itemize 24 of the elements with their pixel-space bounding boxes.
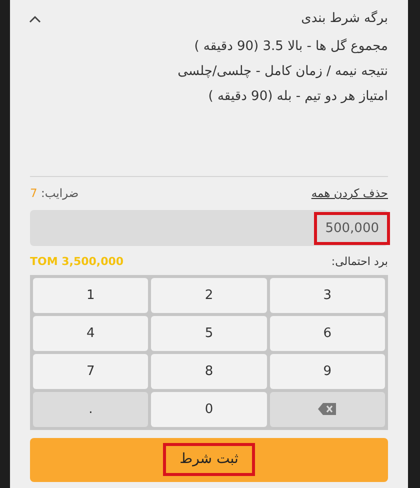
backspace-key[interactable]: [270, 392, 385, 427]
decimal-key[interactable]: .: [33, 392, 148, 427]
backspace-icon: [318, 403, 336, 416]
keypad-key[interactable]: 4: [33, 316, 148, 351]
selection-text: مجموع گل ها - بالا 3.5 (90 دقیقه ): [194, 39, 388, 54]
betslip-title: برگه شرط بندی: [301, 10, 388, 28]
keypad-key[interactable]: 7: [33, 354, 148, 389]
keypad-key[interactable]: 1: [33, 278, 148, 313]
collapse-caret-icon[interactable]: [28, 14, 42, 24]
clear-all-link[interactable]: حذف کردن همه: [311, 185, 388, 202]
keypad-key[interactable]: 5: [151, 316, 267, 351]
stake-value: 500,000: [314, 212, 390, 245]
keypad-key[interactable]: 9: [270, 354, 385, 389]
selection-text: امتیاز هر دو تیم - بله (90 دقیقه ): [208, 89, 388, 104]
keypad-key[interactable]: 3: [270, 278, 385, 313]
potential-win-label: برد احتمالی:: [331, 254, 388, 270]
selection-text: نتیجه نیمه / زمان کامل - چلسی/چلسی: [178, 64, 388, 79]
stake-field[interactable]: 500,000: [30, 210, 388, 246]
keypad-key[interactable]: 2: [151, 278, 267, 313]
submit-bet-button[interactable]: ثبت شرط: [30, 438, 388, 482]
potential-win-amount: TOM 3,500,000: [30, 254, 124, 270]
keypad-key[interactable]: 8: [151, 354, 267, 389]
keypad-key[interactable]: 0: [151, 392, 267, 427]
keypad-key[interactable]: 6: [270, 316, 385, 351]
